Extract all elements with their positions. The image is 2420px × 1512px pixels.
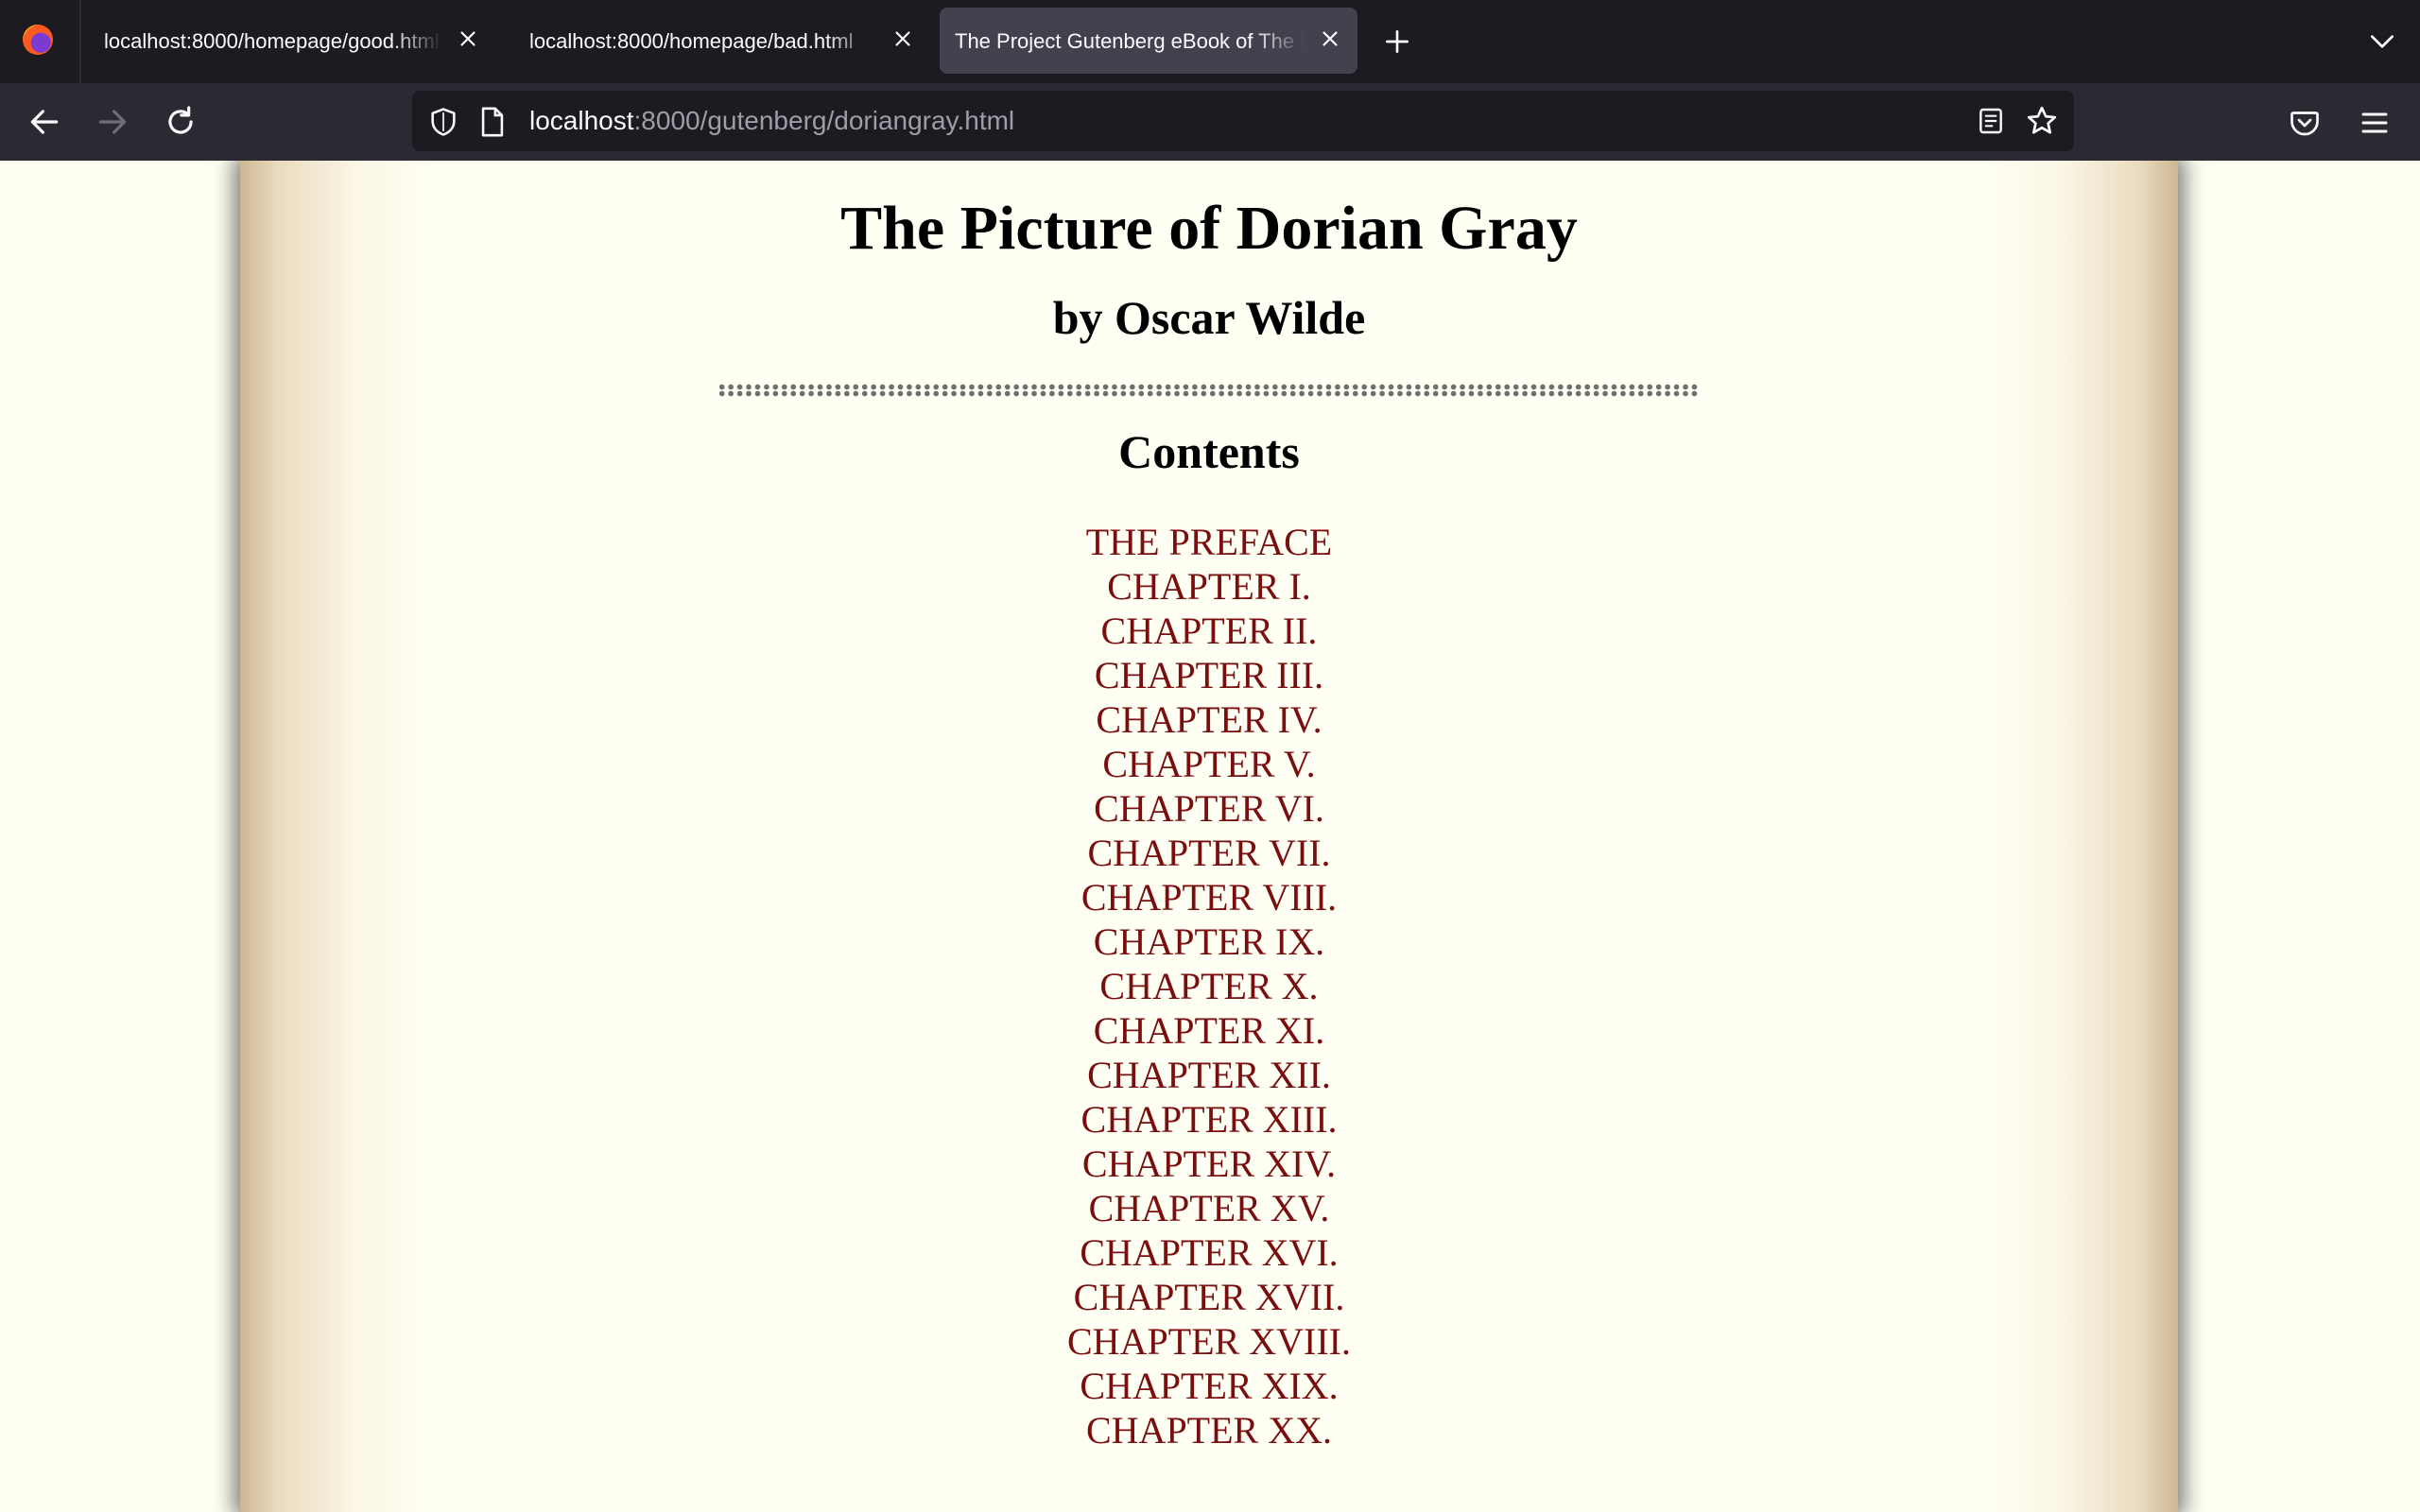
toc-item: CHAPTER XIV. xyxy=(240,1142,2178,1186)
close-icon[interactable] xyxy=(1318,26,1342,51)
hamburger-menu-icon[interactable] xyxy=(2358,106,2392,140)
toc-link-chapter-2[interactable]: CHAPTER II. xyxy=(1101,610,1318,652)
arrow-left-icon[interactable] xyxy=(26,104,62,140)
toc-item: CHAPTER III. xyxy=(240,653,2178,697)
toc-link-preface[interactable]: THE PREFACE xyxy=(1086,521,1332,563)
tab-good-html[interactable]: localhost:8000/homepage/good.html xyxy=(89,8,495,74)
toc-link-chapter-19[interactable]: CHAPTER XIX. xyxy=(1080,1365,1338,1407)
toc-item: CHAPTER I. xyxy=(240,564,2178,609)
toc-item: CHAPTER XX. xyxy=(240,1408,2178,1452)
toc-link-chapter-13[interactable]: CHAPTER XIII. xyxy=(1080,1098,1337,1141)
toc-link-chapter-15[interactable]: CHAPTER XV. xyxy=(1089,1187,1330,1229)
toc-link-chapter-6[interactable]: CHAPTER VI. xyxy=(1094,787,1324,830)
toc-item: THE PREFACE xyxy=(240,520,2178,564)
tab-bar: localhost:8000/homepage/good.html localh… xyxy=(0,0,2420,83)
toc-item: CHAPTER XI. xyxy=(240,1008,2178,1053)
toc-item: CHAPTER X. xyxy=(240,964,2178,1008)
toc-item: CHAPTER IX. xyxy=(240,919,2178,964)
shield-icon[interactable] xyxy=(427,106,459,138)
tab-label: The Project Gutenberg eBook of The Pictu… xyxy=(955,29,1305,53)
close-icon[interactable] xyxy=(456,26,480,51)
book-author: by Oscar Wilde xyxy=(1052,291,1366,344)
toc-link-chapter-17[interactable]: CHAPTER XVII. xyxy=(1074,1276,1345,1318)
toc-link-chapter-1[interactable]: CHAPTER I. xyxy=(1107,565,1311,608)
pocket-icon[interactable] xyxy=(2288,106,2322,140)
toc-item: CHAPTER IV. xyxy=(240,697,2178,742)
tab-label: localhost:8000/homepage/good.html xyxy=(104,29,440,53)
toc-item: CHAPTER XII. xyxy=(240,1053,2178,1097)
toc-link-chapter-18[interactable]: CHAPTER XVIII. xyxy=(1067,1320,1351,1363)
toc-link-chapter-9[interactable]: CHAPTER IX. xyxy=(1094,920,1324,963)
toc-item: CHAPTER VIII. xyxy=(240,875,2178,919)
toc-item: CHAPTER XIII. xyxy=(240,1097,2178,1142)
book-page: The Picture of Dorian Gray by Oscar Wild… xyxy=(240,161,2178,1512)
url-host: localhost xyxy=(529,106,634,135)
star-icon[interactable] xyxy=(2025,104,2059,138)
toc-link-chapter-3[interactable]: CHAPTER III. xyxy=(1095,654,1323,696)
toc-item: CHAPTER XV. xyxy=(240,1186,2178,1230)
toc-item: CHAPTER XVIII. xyxy=(240,1319,2178,1364)
url-bar[interactable]: localhost:8000/gutenberg/doriangray.html xyxy=(412,91,2074,151)
toc-link-chapter-8[interactable]: CHAPTER VIII. xyxy=(1081,876,1337,919)
plus-icon[interactable] xyxy=(1382,26,1412,57)
toc-link-chapter-4[interactable]: CHAPTER IV. xyxy=(1096,698,1322,741)
toc-item: CHAPTER VI. xyxy=(240,786,2178,831)
url-path: :8000/gutenberg/doriangray.html xyxy=(633,106,1015,135)
page-icon[interactable] xyxy=(478,106,507,138)
navigation-toolbar: localhost:8000/gutenberg/doriangray.html xyxy=(0,83,2420,161)
book-title: The Picture of Dorian Gray xyxy=(840,194,1578,263)
page-viewport[interactable]: The Picture of Dorian Gray by Oscar Wild… xyxy=(0,161,2420,1512)
toc-item: CHAPTER XVII. xyxy=(240,1275,2178,1319)
firefox-logo-icon[interactable] xyxy=(23,25,53,55)
close-icon[interactable] xyxy=(890,26,915,51)
tab-separator xyxy=(79,0,81,83)
toc-item: CHAPTER XVI. xyxy=(240,1230,2178,1275)
tab-label: localhost:8000/homepage/bad.html xyxy=(529,29,854,53)
toc-link-chapter-12[interactable]: CHAPTER XII. xyxy=(1087,1054,1331,1096)
toc-link-chapter-5[interactable]: CHAPTER V. xyxy=(1102,743,1315,785)
toc-item: CHAPTER XIX. xyxy=(240,1364,2178,1408)
toc-item: CHAPTER II. xyxy=(240,609,2178,653)
toc-link-chapter-11[interactable]: CHAPTER XI. xyxy=(1094,1009,1324,1052)
toc-item: CHAPTER V. xyxy=(240,742,2178,786)
ornamental-divider xyxy=(717,384,1701,397)
toc-link-chapter-10[interactable]: CHAPTER X. xyxy=(1099,965,1318,1007)
toc-link-chapter-7[interactable]: CHAPTER VII. xyxy=(1087,832,1330,874)
toc-link-chapter-20[interactable]: CHAPTER XX. xyxy=(1086,1409,1332,1452)
tab-bad-html[interactable]: localhost:8000/homepage/bad.html xyxy=(514,8,930,74)
toc-link-chapter-14[interactable]: CHAPTER XIV. xyxy=(1082,1143,1336,1185)
contents-heading: Contents xyxy=(1118,425,1300,478)
toc-item: CHAPTER VII. xyxy=(240,831,2178,875)
tab-gutenberg-active[interactable]: The Project Gutenberg eBook of The Pictu… xyxy=(940,8,1357,74)
reload-icon[interactable] xyxy=(163,104,199,140)
url-text[interactable]: localhost:8000/gutenberg/doriangray.html xyxy=(529,106,1014,136)
table-of-contents: THE PREFACE CHAPTER I. CHAPTER II. CHAPT… xyxy=(240,520,2178,1452)
reader-view-icon[interactable] xyxy=(1976,106,2006,136)
toc-link-chapter-16[interactable]: CHAPTER XVI. xyxy=(1080,1231,1338,1274)
arrow-right-icon[interactable] xyxy=(95,104,130,140)
chevron-down-icon[interactable] xyxy=(2367,26,2397,57)
